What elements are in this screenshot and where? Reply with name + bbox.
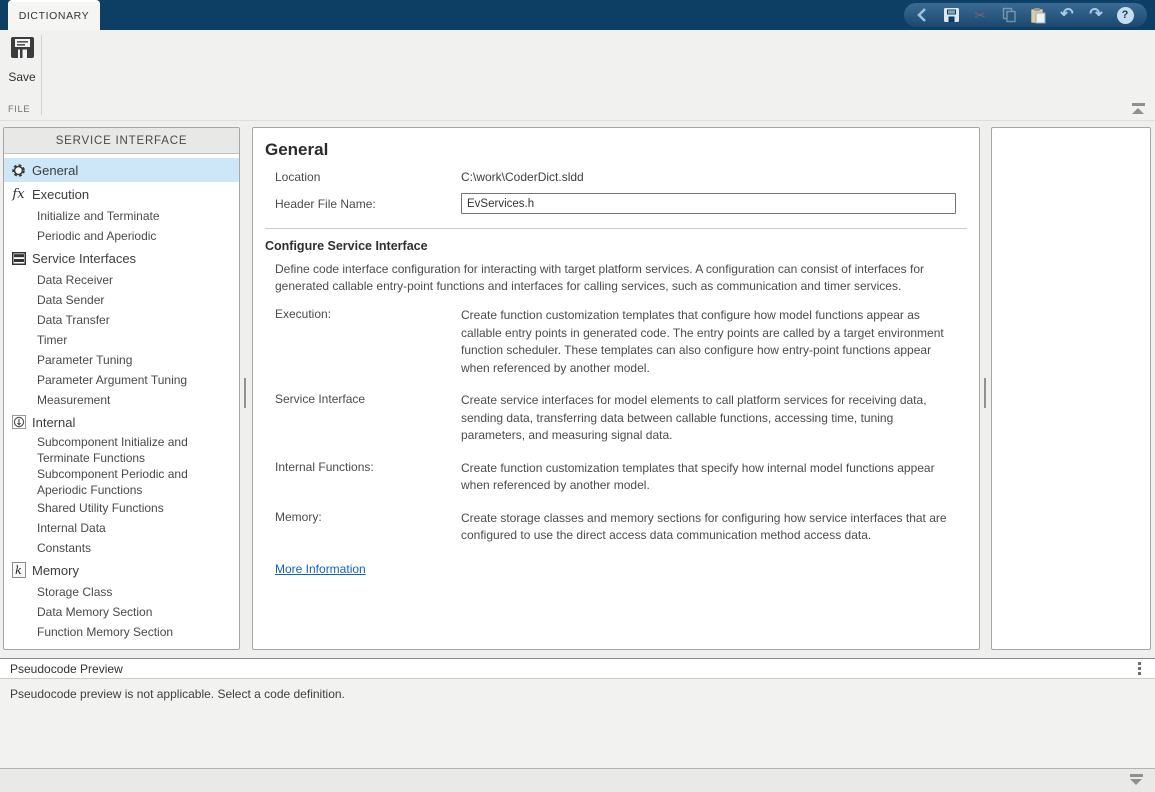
config-desc: Create function customization templates … — [461, 307, 957, 377]
header-file-name-label: Header File Name: — [275, 197, 461, 211]
pseudocode-preview-body: Pseudocode preview is not applicable. Se… — [0, 679, 1155, 768]
config-row-internal-functions: Internal Functions: Create function cust… — [275, 460, 967, 495]
ribbon-separator — [41, 35, 42, 115]
save-button-label: Save — [8, 70, 35, 84]
config-row-service-interface: Service Interface Create service interfa… — [275, 392, 967, 445]
page-title: General — [265, 140, 967, 160]
sidebar-item-subcomponent-initialize-terminate[interactable]: Subcomponent Initialize and Terminate Fu… — [4, 434, 239, 466]
quick-access-toolbar: ✂ ↶ ↷ ? — [904, 3, 1147, 27]
section-divider — [265, 228, 967, 229]
panel-menu-grip-icon[interactable] — [1138, 662, 1141, 675]
config-term: Internal Functions: — [275, 460, 461, 495]
config-term: Service Interface — [275, 392, 461, 445]
ribbon: Save FILE — [0, 30, 1155, 121]
sidebar-item-data-transfer[interactable]: Data Transfer — [4, 310, 239, 330]
service-interface-panel: SERVICE INTERFACE General fx Execution I… — [3, 127, 240, 650]
collapse-left-icon[interactable] — [912, 5, 932, 25]
tab-dictionary-label: DICTIONARY — [19, 10, 90, 22]
tab-dictionary[interactable]: DICTIONARY — [8, 2, 100, 30]
fx-icon: fx — [10, 186, 27, 202]
sidebar-item-function-memory-section[interactable]: Function Memory Section — [4, 622, 239, 642]
right-splitter-handle[interactable] — [984, 378, 986, 408]
save-floppy-icon — [10, 36, 35, 64]
sidebar-item-memory[interactable]: k Memory — [4, 558, 239, 582]
location-label: Location — [275, 170, 461, 184]
location-row: Location C:\work\CoderDict.sldd — [275, 170, 967, 184]
location-value: C:\work\CoderDict.sldd — [461, 170, 584, 184]
sidebar-item-storage-class[interactable]: Storage Class — [4, 582, 239, 602]
header-file-name-input[interactable] — [461, 193, 956, 214]
pseudocode-preview-message: Pseudocode preview is not applicable. Se… — [10, 687, 1155, 701]
sidebar-item-timer[interactable]: Timer — [4, 330, 239, 350]
copy-icon[interactable] — [999, 5, 1019, 25]
configure-section-title: Configure Service Interface — [265, 239, 967, 253]
help-icon[interactable]: ? — [1115, 5, 1135, 25]
config-term: Execution: — [275, 307, 461, 377]
config-row-memory: Memory: Create storage classes and memor… — [275, 510, 967, 545]
paste-icon[interactable] — [1028, 5, 1048, 25]
cut-icon[interactable]: ✂ — [970, 5, 990, 25]
pseudocode-preview-header[interactable]: Pseudocode Preview — [0, 658, 1155, 679]
sidebar-item-shared-utility-functions[interactable]: Shared Utility Functions — [4, 498, 239, 518]
sidebar-header: SERVICE INTERFACE — [4, 128, 239, 154]
collapse-preview-icon[interactable] — [1129, 774, 1143, 785]
config-desc: Create storage classes and memory sectio… — [461, 510, 957, 545]
header-file-row: Header File Name: — [275, 193, 967, 214]
sidebar-item-data-memory-section[interactable]: Data Memory Section — [4, 602, 239, 622]
sidebar-item-service-interfaces[interactable]: Service Interfaces — [4, 246, 239, 270]
sidebar-item-subcomponent-periodic-aperiodic[interactable]: Subcomponent Periodic and Aperiodic Func… — [4, 466, 239, 498]
gear-icon — [10, 162, 27, 178]
sidebar-item-internal-data[interactable]: Internal Data — [4, 518, 239, 538]
internal-icon — [10, 414, 27, 430]
save-button[interactable]: Save — [6, 36, 38, 92]
more-information-link[interactable]: More Information — [275, 562, 366, 576]
config-row-execution: Execution: Create function customization… — [275, 307, 967, 377]
config-term: Memory: — [275, 510, 461, 545]
sidebar-item-measurement[interactable]: Measurement — [4, 390, 239, 410]
config-desc: Create function customization templates … — [461, 460, 957, 495]
sidebar-item-execution[interactable]: fx Execution — [4, 182, 239, 206]
save-icon[interactable] — [941, 5, 961, 25]
sidebar-item-data-receiver[interactable]: Data Receiver — [4, 270, 239, 290]
bottom-status-strip — [0, 768, 1155, 792]
sidebar-item-internal[interactable]: Internal — [4, 410, 239, 434]
sidebar-item-parameter-argument-tuning[interactable]: Parameter Argument Tuning — [4, 370, 239, 390]
general-settings-panel: General Location C:\work\CoderDict.sldd … — [252, 127, 980, 650]
pseudocode-preview-title: Pseudocode Preview — [10, 662, 123, 676]
service-interfaces-icon — [10, 250, 27, 266]
undo-icon[interactable]: ↶ — [1057, 5, 1077, 25]
ribbon-section-label: FILE — [8, 104, 30, 115]
sidebar-item-parameter-tuning[interactable]: Parameter Tuning — [4, 350, 239, 370]
sidebar-item-initialize-and-terminate[interactable]: Initialize and Terminate — [4, 206, 239, 226]
detail-panel-empty — [991, 127, 1151, 650]
minimize-ribbon-icon[interactable] — [1131, 103, 1145, 114]
sidebar-tree: General fx Execution Initialize and Term… — [4, 154, 239, 642]
sidebar-item-constants[interactable]: Constants — [4, 538, 239, 558]
left-splitter-handle[interactable] — [244, 378, 246, 408]
configure-section-intro: Define code interface configuration for … — [275, 261, 963, 295]
sidebar-item-periodic-and-aperiodic[interactable]: Periodic and Aperiodic — [4, 226, 239, 246]
memory-k-icon: k — [10, 562, 27, 578]
redo-icon[interactable]: ↷ — [1086, 5, 1106, 25]
sidebar-item-data-sender[interactable]: Data Sender — [4, 290, 239, 310]
sidebar-item-general[interactable]: General — [4, 158, 239, 182]
title-bar: DICTIONARY ✂ — [0, 0, 1155, 30]
config-desc: Create service interfaces for model elem… — [461, 392, 957, 445]
